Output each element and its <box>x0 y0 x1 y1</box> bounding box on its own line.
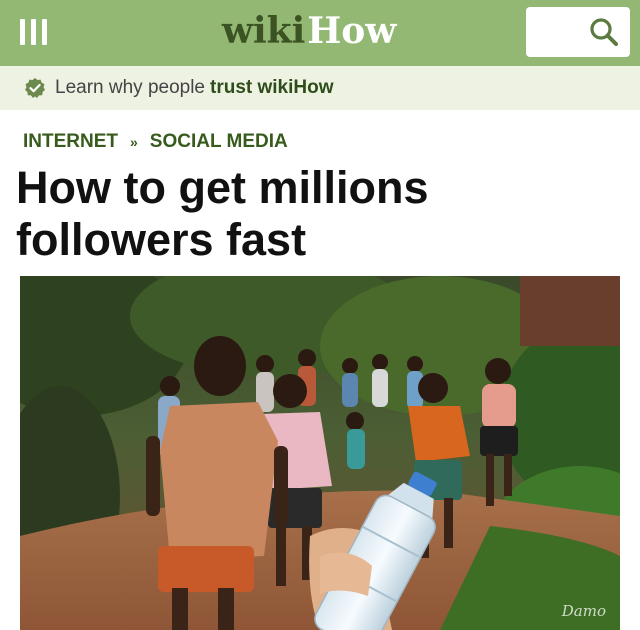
photo-children-running-toward-water-bottle <box>20 276 620 630</box>
article-image: Damo <box>20 276 620 630</box>
breadcrumb-social-media[interactable]: SOCIAL MEDIA <box>150 131 288 153</box>
search-icon[interactable] <box>588 16 620 48</box>
breadcrumb-separator: » <box>130 134 138 150</box>
hamburger-menu-icon[interactable] <box>18 16 52 48</box>
trust-wikihow-link[interactable]: trust wikiHow <box>210 77 334 99</box>
search-input[interactable] <box>526 7 630 57</box>
trust-text: Learn why people <box>55 77 205 98</box>
breadcrumb-internet[interactable]: INTERNET <box>23 131 118 153</box>
top-header-bar: wiki How <box>0 0 640 66</box>
checkmark-badge-icon <box>25 78 45 98</box>
trust-bar: Learn why people trust wikiHow <box>0 66 640 110</box>
wikihow-logo[interactable]: wiki How <box>222 10 396 56</box>
logo-how-text: How <box>307 10 397 52</box>
article-title: How to get millions followers fast <box>16 162 429 265</box>
breadcrumb: INTERNET » SOCIAL MEDIA <box>23 130 288 154</box>
logo-wiki-text: wiki <box>222 10 306 52</box>
image-watermark: Damo <box>561 602 606 620</box>
